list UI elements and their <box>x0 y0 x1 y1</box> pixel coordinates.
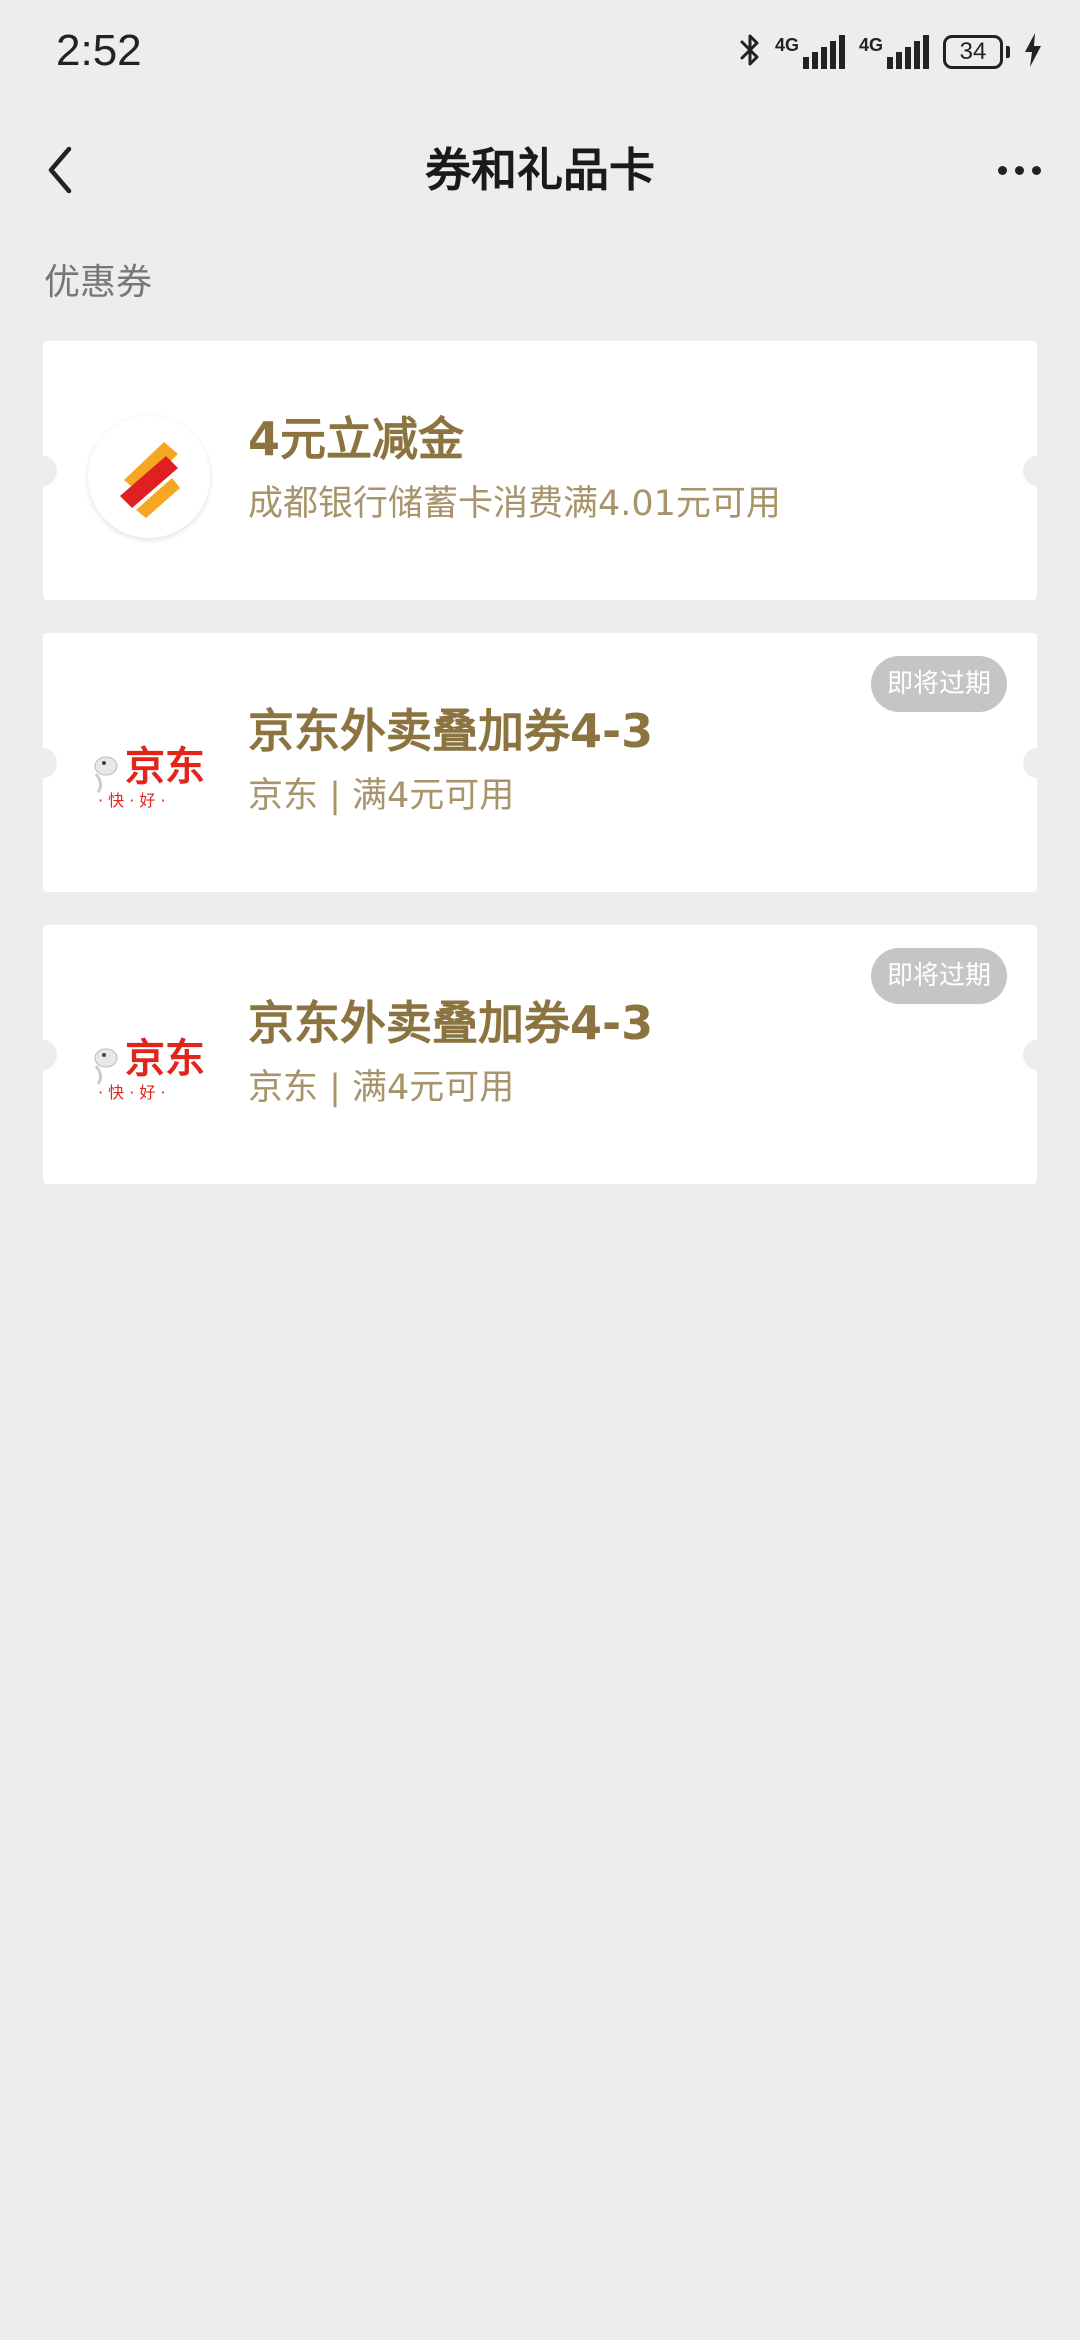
ticket-notch-left <box>29 1040 57 1070</box>
jd-logo: 京东 · 快 · 好 · <box>88 1000 210 1122</box>
coupon-description: 成都银行储蓄卡消费满4.01元可用 <box>248 484 781 524</box>
section-label-coupons: 优惠券 <box>44 262 153 303</box>
jd-brand-text: 京东 <box>125 1036 205 1082</box>
signal-icon: 4G <box>775 35 845 69</box>
coupon-description: 京东 | 满4元可用 <box>248 1068 515 1108</box>
ticket-notch-left <box>29 748 57 778</box>
coupon-card[interactable]: 即将过期 京东 · 快 · 好 · 京东外卖叠加券4-3 京东 | 满4元可用 <box>29 925 1051 1184</box>
battery-level: 34 <box>943 35 1003 69</box>
network-type-label: 4G <box>774 35 799 55</box>
coupon-card[interactable]: 即将过期 京东 · 快 · 好 · 京东外卖叠加券4-3 京东 | 满4元可用 <box>29 633 1051 892</box>
bluetooth-icon <box>739 32 761 72</box>
jd-slogan: · 快 · 好 · <box>98 1083 166 1102</box>
ticket-notch-right <box>1023 748 1051 778</box>
jd-brand-text: 京东 <box>125 744 205 790</box>
expiring-soon-badge: 即将过期 <box>870 948 1007 1004</box>
ticket-notch-left <box>29 456 57 486</box>
coupon-title: 京东外卖叠加券4-3 <box>248 704 654 758</box>
coupon-list: 4元立减金 成都银行储蓄卡消费满4.01元可用 即将过期 京东 · 快 · 好 … <box>29 341 1051 1217</box>
battery-icon: 34 <box>943 35 1010 69</box>
coupon-title: 4元立减金 <box>248 412 465 466</box>
status-icons: 4G 4G 34 <box>739 30 1042 74</box>
coupon-description: 京东 | 满4元可用 <box>248 776 515 816</box>
ticket-notch-right <box>1023 1040 1051 1070</box>
signal-icon-2: 4G <box>859 35 929 69</box>
page-title: 券和礼品卡 <box>425 143 655 197</box>
nav-bar: 券和礼品卡 <box>0 110 1080 230</box>
more-icon <box>997 165 1007 175</box>
status-bar: 2:52 4G 4G 34 <box>0 0 1080 110</box>
chengdu-bank-logo <box>88 416 210 538</box>
network-type-label-2: 4G <box>858 35 883 55</box>
coupon-title: 京东外卖叠加券4-3 <box>248 996 654 1050</box>
ticket-notch-right <box>1023 456 1051 486</box>
expiring-soon-badge: 即将过期 <box>870 656 1007 712</box>
more-button[interactable] <box>984 140 1054 200</box>
jd-slogan: · 快 · 好 · <box>98 791 166 810</box>
status-time: 2:52 <box>56 26 142 75</box>
coupon-card[interactable]: 4元立减金 成都银行储蓄卡消费满4.01元可用 <box>29 341 1051 600</box>
charging-icon <box>1024 33 1042 71</box>
jd-logo: 京东 · 快 · 好 · <box>88 708 210 830</box>
